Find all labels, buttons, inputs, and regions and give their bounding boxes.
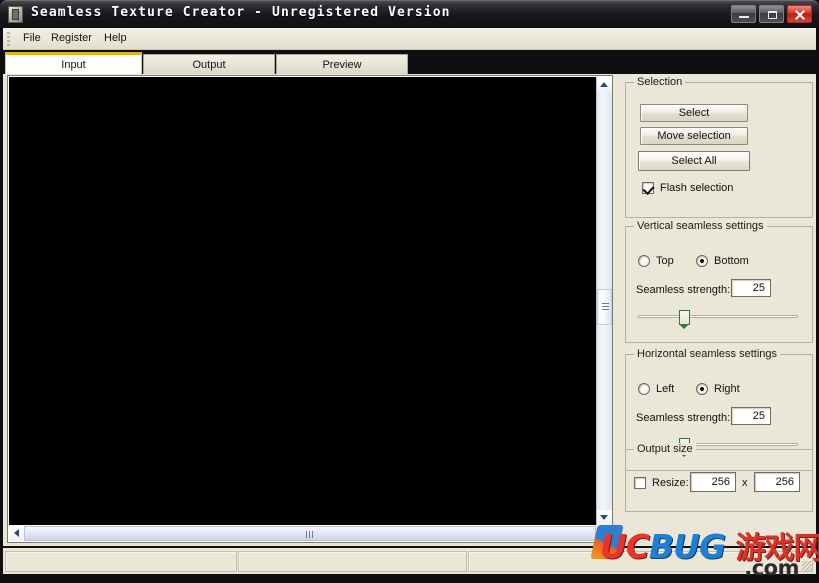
output-times-label: x — [742, 477, 748, 489]
application-window: Seamless Texture Creator - Unregistered … — [0, 0, 819, 583]
radio-selected-icon — [700, 259, 704, 263]
chevron-left-icon — [14, 529, 19, 537]
vertical-strength-input[interactable]: 25 — [731, 279, 771, 297]
app-icon — [8, 6, 23, 23]
maximize-icon — [768, 11, 777, 19]
radio-bottom[interactable] — [696, 255, 708, 267]
window-title: Seamless Texture Creator - Unregistered … — [31, 5, 451, 20]
chevron-up-icon — [600, 82, 608, 87]
selection-group-legend: Selection — [634, 76, 686, 88]
canvas-horizontal-scrollbar[interactable] — [9, 526, 611, 541]
vertical-strength-label: Seamless strength: — [636, 284, 731, 296]
settings-panel: Selection Select Move selection Select A… — [625, 74, 815, 544]
output-size-group: Output size Resize: 256 x 256 — [625, 443, 813, 512]
radio-left-label: Left — [656, 383, 675, 395]
client-area: Selection Select Move selection Select A… — [3, 74, 816, 546]
selection-group: Selection Select Move selection Select A… — [625, 76, 813, 218]
menu-grip — [7, 32, 10, 46]
horizontal-strength-label: Seamless strength: — [636, 412, 731, 424]
grip-icon — [306, 531, 315, 538]
output-width-input[interactable]: 256 — [690, 472, 736, 492]
status-bar — [3, 548, 816, 574]
flash-selection-checkbox[interactable] — [642, 182, 655, 196]
status-panel-2 — [238, 551, 467, 572]
chevron-right-icon — [601, 529, 606, 537]
tab-preview[interactable]: Preview — [276, 54, 408, 74]
chevron-down-icon — [600, 515, 608, 520]
minimize-icon — [739, 16, 749, 18]
vertical-scroll-thumb[interactable] — [597, 289, 612, 325]
vertical-strength-slider[interactable] — [638, 310, 798, 329]
check-icon — [642, 182, 655, 196]
texture-preview-image[interactable] — [9, 77, 596, 525]
radio-bottom-label: Bottom — [714, 255, 749, 267]
tab-strip: Input Output Preview — [3, 52, 816, 74]
menu-item-help[interactable]: Help — [102, 32, 129, 44]
menu-item-register[interactable]: Register — [49, 32, 94, 44]
radio-left[interactable] — [638, 383, 650, 395]
grip-icon — [602, 303, 609, 312]
horizontal-group-legend: Horizontal seamless settings — [634, 348, 781, 360]
vertical-group-legend: Vertical seamless settings — [634, 220, 767, 232]
title-bar: Seamless Texture Creator - Unregistered … — [0, 0, 819, 28]
scroll-up-button[interactable] — [597, 77, 612, 92]
radio-selected-icon — [700, 387, 704, 391]
status-panel-3 — [468, 551, 813, 572]
resize-grip-icon[interactable] — [802, 561, 812, 571]
slider-track[interactable] — [638, 315, 798, 318]
tab-output[interactable]: Output — [143, 54, 275, 74]
minimize-button[interactable] — [731, 5, 756, 23]
scroll-right-button[interactable] — [596, 526, 611, 541]
image-canvas-panel — [7, 75, 613, 543]
menu-bar: File Register Help — [3, 28, 816, 50]
canvas-vertical-scrollbar[interactable] — [596, 77, 612, 525]
scroll-left-button[interactable] — [9, 526, 24, 541]
horizontal-scroll-thumb[interactable] — [24, 526, 596, 541]
radio-right-label: Right — [714, 383, 740, 395]
radio-top-label: Top — [656, 255, 674, 267]
select-all-button[interactable]: Select All — [638, 151, 750, 171]
maximize-button[interactable] — [759, 5, 784, 23]
tab-input[interactable]: Input — [5, 52, 142, 74]
scroll-down-button[interactable] — [597, 510, 612, 525]
close-button[interactable] — [787, 5, 812, 23]
select-button[interactable]: Select — [640, 104, 748, 122]
output-height-input[interactable]: 256 — [754, 472, 800, 492]
radio-top[interactable] — [638, 255, 650, 267]
horizontal-strength-input[interactable]: 25 — [731, 407, 771, 425]
menu-item-file[interactable]: File — [21, 32, 43, 44]
move-selection-button[interactable]: Move selection — [640, 127, 748, 145]
resize-checkbox[interactable] — [634, 477, 646, 489]
output-group-legend: Output size — [634, 443, 696, 455]
flash-selection-label: Flash selection — [660, 182, 734, 194]
status-panel-1 — [5, 551, 237, 572]
slider-thumb[interactable] — [679, 310, 690, 329]
vertical-seamless-group: Vertical seamless settings Top Bottom Se… — [625, 220, 813, 343]
window-controls — [731, 5, 812, 24]
resize-label: Resize: — [652, 477, 689, 489]
radio-right[interactable] — [696, 383, 708, 395]
